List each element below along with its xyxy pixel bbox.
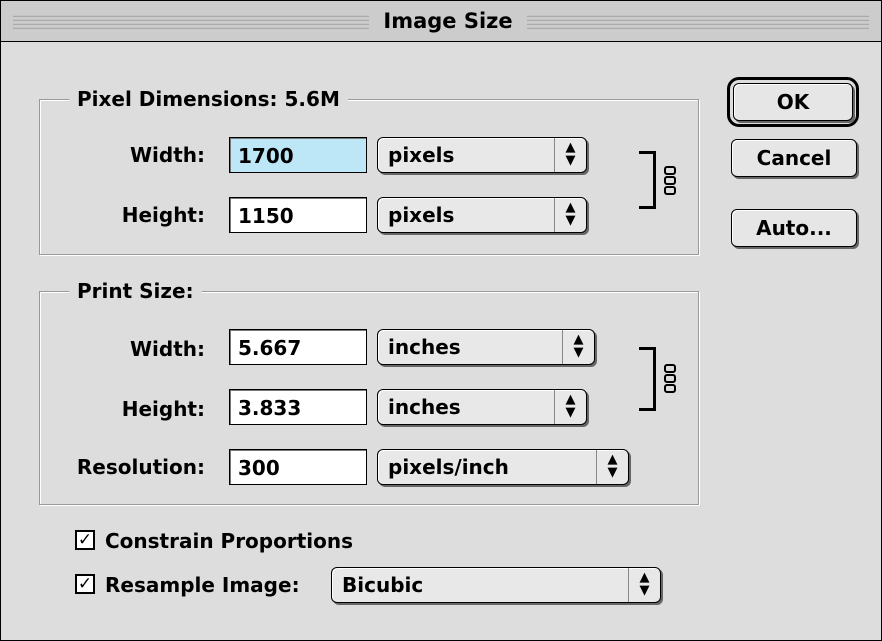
image-size-dialog: Image Size Pixel Dimensions: 5.6M Width:… bbox=[0, 0, 882, 641]
pixel-width-field[interactable]: 1700 bbox=[229, 137, 367, 173]
print-width-label: Width: bbox=[129, 337, 205, 361]
resample-image-label: Resample Image: bbox=[105, 573, 300, 597]
constrain-proportions-label: Constrain Proportions bbox=[105, 529, 354, 553]
pixel-constrain-bracket bbox=[639, 151, 656, 209]
chain-link-icon bbox=[663, 165, 676, 195]
up-down-arrows-icon: ▲ ▼ bbox=[628, 568, 660, 602]
up-down-arrows-icon: ▲ ▼ bbox=[554, 390, 586, 424]
pixel-height-label: Height: bbox=[121, 203, 205, 227]
title-bar-stripes-right bbox=[527, 13, 869, 29]
resample-image-option[interactable]: ✓ Resample Image: bbox=[75, 571, 325, 599]
print-width-unit-value: inches bbox=[388, 335, 461, 359]
print-constrain-bracket bbox=[639, 347, 656, 411]
ok-button[interactable]: OK bbox=[727, 77, 859, 127]
up-down-arrows-icon: ▲ ▼ bbox=[554, 198, 586, 232]
chain-link-icon bbox=[663, 363, 676, 393]
resample-image-checkbox[interactable]: ✓ bbox=[75, 574, 95, 594]
pixel-width-unit-popup[interactable]: pixels ▲ ▼ bbox=[377, 137, 587, 173]
up-down-arrows-icon: ▲ ▼ bbox=[554, 138, 586, 172]
resolution-unit-value: pixels/inch bbox=[388, 455, 509, 479]
print-height-label: Height: bbox=[121, 397, 205, 421]
resolution-label: Resolution: bbox=[76, 455, 205, 479]
checkmark-icon: ✓ bbox=[77, 574, 93, 594]
pixel-height-field[interactable]: 1150 bbox=[229, 197, 367, 233]
print-size-heading: Print Size: bbox=[69, 279, 202, 303]
print-height-field[interactable]: 3.833 bbox=[229, 389, 367, 425]
pixel-height-unit-value: pixels bbox=[388, 203, 455, 227]
constrain-proportions-checkbox[interactable]: ✓ bbox=[75, 530, 95, 550]
window-title: Image Size bbox=[383, 9, 513, 33]
pixel-width-unit-value: pixels bbox=[388, 143, 455, 167]
resolution-field[interactable]: 300 bbox=[229, 449, 367, 485]
cancel-button[interactable]: Cancel bbox=[731, 139, 857, 177]
pixel-dimensions-label: Pixel Dimensions: bbox=[77, 87, 278, 111]
pixel-dimensions-group bbox=[39, 99, 699, 255]
up-down-arrows-icon: ▲ ▼ bbox=[562, 330, 594, 364]
print-width-unit-popup[interactable]: inches ▲ ▼ bbox=[377, 329, 595, 365]
print-width-field[interactable]: 5.667 bbox=[229, 329, 367, 365]
pixel-dimensions-heading: Pixel Dimensions: 5.6M bbox=[69, 87, 348, 111]
title-bar-stripes-left bbox=[13, 13, 369, 29]
checkmark-icon: ✓ bbox=[77, 530, 93, 550]
pixel-dimensions-size: 5.6M bbox=[284, 87, 340, 111]
up-down-arrows-icon: ▲ ▼ bbox=[596, 450, 628, 484]
pixel-width-label: Width: bbox=[129, 143, 205, 167]
resolution-unit-popup[interactable]: pixels/inch ▲ ▼ bbox=[377, 449, 629, 485]
pixel-height-unit-popup[interactable]: pixels ▲ ▼ bbox=[377, 197, 587, 233]
resample-method-value: Bicubic bbox=[342, 573, 424, 597]
resample-method-popup[interactable]: Bicubic ▲ ▼ bbox=[331, 567, 661, 603]
auto-button[interactable]: Auto... bbox=[731, 209, 857, 247]
title-bar[interactable]: Image Size bbox=[1, 1, 881, 42]
print-height-unit-value: inches bbox=[388, 395, 461, 419]
print-height-unit-popup[interactable]: inches ▲ ▼ bbox=[377, 389, 587, 425]
constrain-proportions-option[interactable]: ✓ Constrain Proportions bbox=[75, 527, 395, 555]
